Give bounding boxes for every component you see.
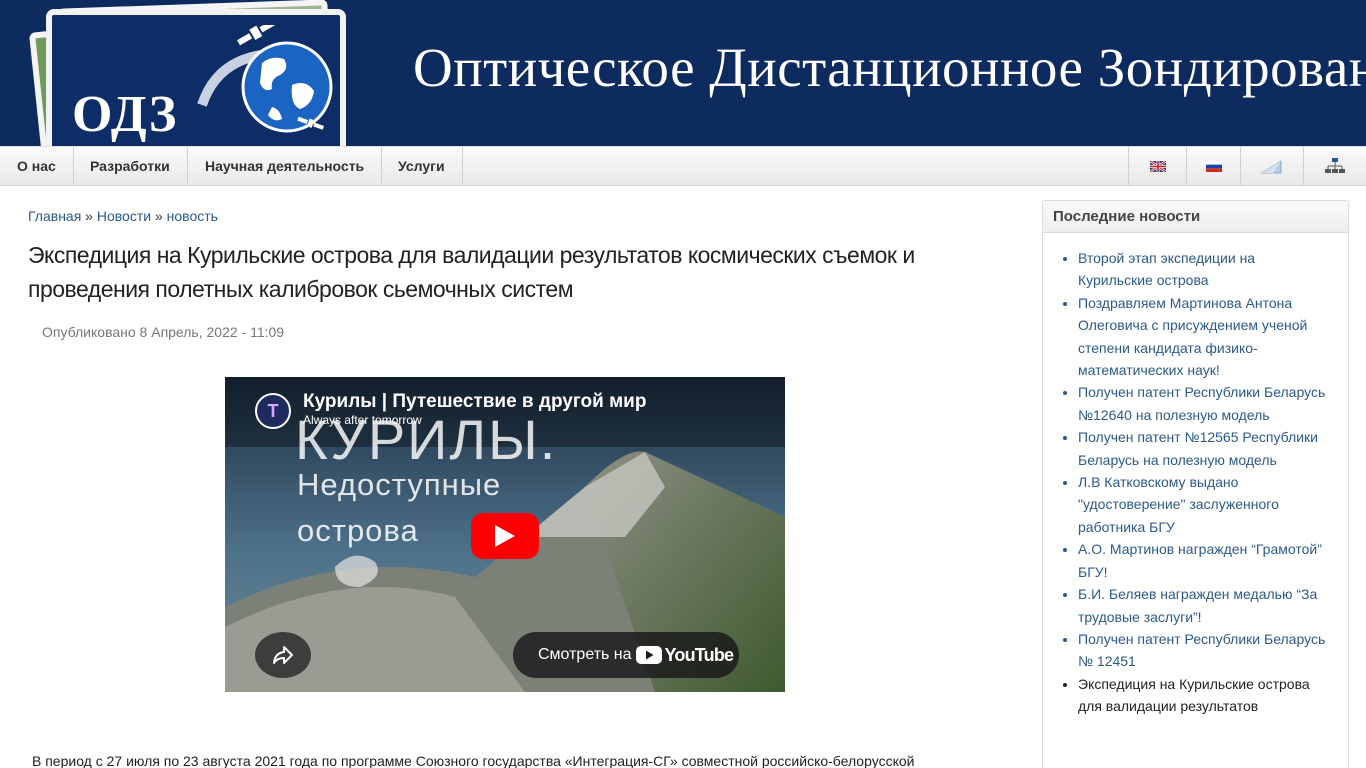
breadcrumb: Главная » Новости » новость [28, 208, 218, 224]
channel-avatar-icon[interactable]: T [255, 393, 291, 429]
news-link[interactable]: Получен патент Республики Беларусь №1264… [1078, 381, 1328, 426]
nav-item-services[interactable]: Услуги [381, 147, 463, 186]
language-ru-button[interactable] [1186, 147, 1240, 186]
uk-flag-icon [1149, 161, 1166, 172]
breadcrumb-current-link[interactable]: новость [167, 208, 218, 224]
latest-news-list: Второй этап экспедиции на Курильские ост… [1078, 247, 1328, 718]
logo-photo-front: ОДЗ [46, 9, 346, 146]
russia-flag-icon [1205, 161, 1222, 172]
nav-item-research[interactable]: Научная деятельность [188, 147, 383, 186]
news-link[interactable]: Второй этап экспедиции на Курильские ост… [1078, 247, 1328, 292]
share-icon [273, 646, 293, 664]
play-icon [495, 525, 515, 547]
latest-news-block: Последние новости Второй этап экспедиции… [1042, 200, 1349, 768]
site-header: ОДЗ Оптическое Дистанционное Зондировани… [0, 0, 1366, 146]
article-body: В период с 27 июля по 23 августа 2021 го… [32, 753, 915, 768]
breadcrumb-home-link[interactable]: Главная [28, 208, 81, 224]
breadcrumb-separator: » [151, 208, 167, 224]
watch-on-youtube-button[interactable]: Смотреть на YouTube [513, 632, 739, 678]
page-title: Экспедиция на Курильские острова для вал… [28, 242, 915, 302]
latest-news-title: Последние новости [1043, 201, 1348, 233]
breadcrumb-news-link[interactable]: Новости [97, 208, 151, 224]
nav-item-about[interactable]: О нас [0, 147, 74, 186]
video-overlay-subtitle-2: острова [297, 513, 419, 548]
logo-text: ОДЗ [72, 86, 178, 143]
video-channel-name[interactable]: Always after tomorrow [303, 413, 422, 427]
site-logo[interactable]: ОДЗ [28, 0, 360, 146]
play-button[interactable] [471, 513, 539, 559]
watch-on-label: Смотреть на [538, 646, 632, 663]
mail-icon [1261, 159, 1282, 173]
news-link[interactable]: Б.И. Беляев награжден медалью “За трудов… [1078, 583, 1328, 628]
sitemap-icon [1325, 157, 1345, 173]
globe-satellite-icon [197, 25, 333, 133]
news-link[interactable]: Получен патент Республики Беларусь № 124… [1078, 628, 1328, 673]
youtube-logo: YouTube [635, 644, 735, 666]
news-link[interactable]: Л.В Катковскому выдано "удостоверение" з… [1078, 471, 1328, 538]
sitemap-button[interactable] [1303, 147, 1366, 186]
youtube-play-icon [635, 646, 662, 664]
video-overlay-subtitle: Недоступные [297, 467, 502, 502]
news-link[interactable]: А.О. Мартинов награжден “Грамотой” БГУ! [1078, 538, 1328, 583]
news-link[interactable]: Поздравляем Мартинова Антона Олеговича с… [1078, 292, 1328, 382]
site-title[interactable]: Оптическое Дистанционное Зондирование [413, 36, 1366, 99]
news-link-current[interactable]: Экспедиция на Курильские острова для вал… [1078, 673, 1328, 718]
youtube-video-embed[interactable]: КУРИЛЫ. Недоступные острова T Курилы | П… [225, 377, 785, 692]
language-en-button[interactable] [1128, 147, 1186, 186]
video-title[interactable]: Курилы | Путешествие в другой мир [303, 391, 646, 413]
nav-item-developments[interactable]: Разработки [73, 147, 188, 186]
contact-button[interactable] [1240, 147, 1303, 186]
news-link[interactable]: Получен патент №12565 Республики Беларус… [1078, 426, 1328, 471]
submitted-date: Опубликовано 8 Апрель, 2022 - 11:09 [42, 324, 285, 340]
main-navigation: О нас Разработки Научная деятельность Ус… [0, 146, 1366, 186]
youtube-wordmark: YouTube [664, 644, 735, 665]
breadcrumb-separator: » [81, 208, 97, 224]
share-button[interactable] [255, 632, 311, 678]
